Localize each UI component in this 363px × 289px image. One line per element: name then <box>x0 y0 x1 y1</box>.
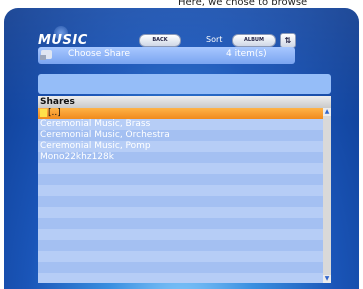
scroll-up-icon[interactable]: ▲ <box>323 108 331 116</box>
empty-row <box>38 251 323 262</box>
empty-row <box>38 185 323 196</box>
empty-row <box>38 218 323 229</box>
page-title: Choose Share <box>68 49 131 59</box>
list-header: Shares <box>38 96 331 108</box>
list-item[interactable]: Ceremonial Music, Pomp <box>38 141 323 152</box>
empty-row <box>38 207 323 218</box>
empty-row <box>38 240 323 251</box>
list-item[interactable]: Mono22khz128k <box>38 152 323 163</box>
back-button[interactable]: BACK <box>139 34 181 47</box>
scrollbar[interactable]: ▲ ▼ <box>323 108 331 283</box>
caption-text: Here, we chose to browse <box>178 0 308 8</box>
empty-row <box>38 229 323 240</box>
list-item-label: [..] <box>48 108 61 118</box>
sort-album-button[interactable]: ALBUM <box>232 34 276 47</box>
share-list: [..] Ceremonial Music, Brass Ceremonial … <box>38 108 323 283</box>
app-logo: MUSIC <box>38 33 88 48</box>
folder-up-icon <box>40 108 47 117</box>
folder-icon <box>40 50 52 60</box>
empty-row <box>38 174 323 185</box>
title-bar: Choose Share 4 item(s) <box>38 47 295 64</box>
sort-order-icon[interactable]: ⇅ <box>280 33 296 48</box>
list-item[interactable]: Ceremonial Music, Brass <box>38 119 323 130</box>
empty-row <box>38 273 323 283</box>
list-item[interactable]: Ceremonial Music, Orchestra <box>38 130 323 141</box>
media-screen: MUSIC BACK Sort ALBUM ⇅ Choose Share 4 i… <box>4 8 359 289</box>
list-item-parent[interactable]: [..] <box>38 108 323 119</box>
empty-row <box>38 262 323 273</box>
item-count: 4 item(s) <box>226 49 267 59</box>
info-bar <box>38 74 331 94</box>
empty-row <box>38 163 323 174</box>
empty-row <box>38 196 323 207</box>
sort-label: Sort <box>206 35 223 44</box>
scroll-down-icon[interactable]: ▼ <box>323 275 331 283</box>
